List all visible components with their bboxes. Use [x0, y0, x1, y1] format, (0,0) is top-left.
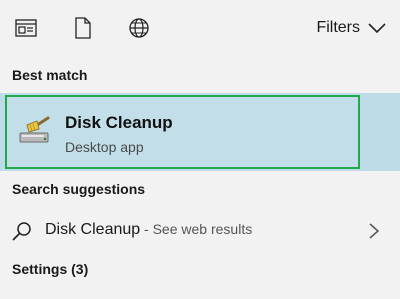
settings-heading: Settings (3) [12, 261, 89, 277]
best-match-subtitle: Desktop app [65, 139, 144, 155]
suggestion-suffix: - See web results [140, 221, 253, 237]
web-suggestion-row[interactable]: Disk Cleanup - See web results [0, 212, 400, 250]
documents-icon[interactable] [71, 16, 95, 40]
all-results-icon[interactable] [14, 16, 38, 40]
best-match-result[interactable]: Disk Cleanup Desktop app [5, 95, 360, 169]
best-match-title: Disk Cleanup [65, 113, 173, 132]
search-filter-toolbar: Filters [0, 0, 400, 56]
search-results-panel: Filters Best match Disk Cleanup Desktop … [0, 0, 400, 299]
best-match-heading: Best match [12, 67, 88, 83]
suggestion-query: Disk Cleanup [45, 221, 141, 238]
search-icon [12, 221, 32, 241]
chevron-down-icon [368, 22, 386, 34]
web-icon[interactable] [127, 16, 151, 40]
suggestion-text: Disk Cleanup - See web results [45, 221, 252, 239]
chevron-right-icon[interactable] [368, 222, 380, 240]
filters-dropdown[interactable]: Filters [316, 17, 386, 39]
search-suggestions-heading: Search suggestions [12, 181, 146, 197]
filters-label: Filters [316, 19, 360, 36]
disk-cleanup-icon [17, 111, 55, 149]
